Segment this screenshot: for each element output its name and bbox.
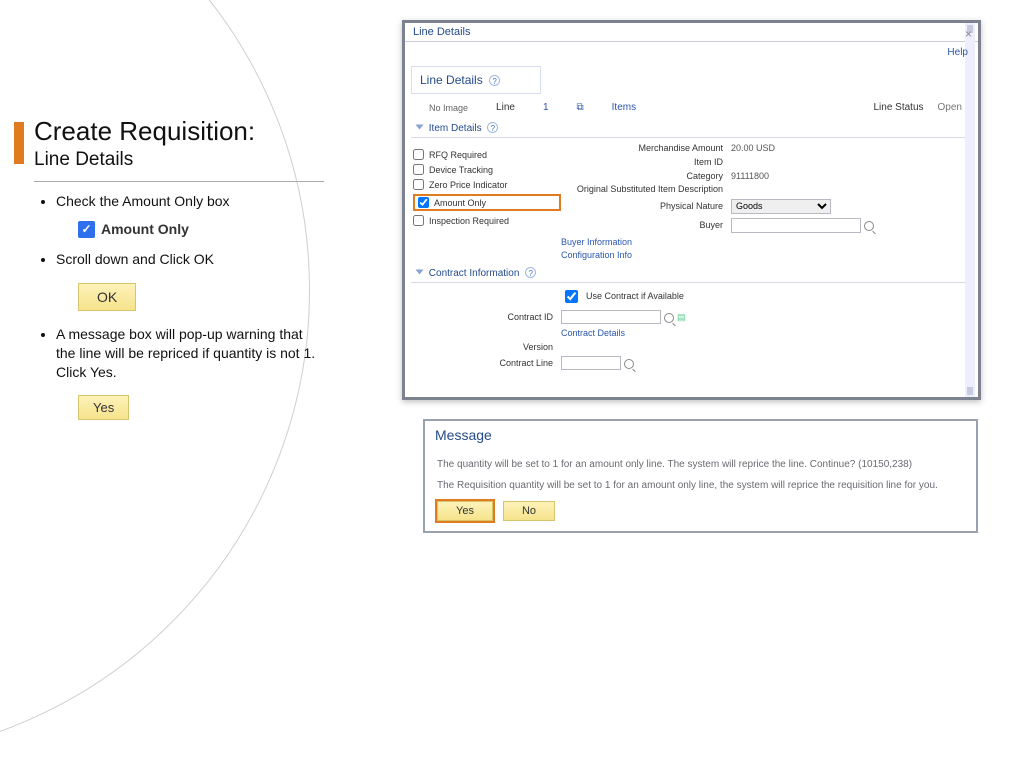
accent-bar [14, 122, 24, 164]
contract-info-label: Contract Information [429, 268, 520, 279]
item-details-label: Item Details [429, 123, 482, 134]
contract-grid: Use Contract if Available Contract ID ▤ … [405, 283, 978, 370]
divider [34, 181, 324, 182]
line-label: Line [496, 102, 515, 113]
amount-only-demo: ✓ Amount Only [78, 221, 324, 238]
line-summary-row: No Image Line 1 ⧉ Items Line Status Open [405, 98, 978, 119]
merch-amount-value: 20.00 USD [731, 143, 970, 153]
bullet-3: A message box will pop-up warning that t… [56, 325, 324, 382]
inspection-required-checkbox[interactable]: Inspection Required [413, 215, 561, 226]
contract-id-field-wrap: ▤ [561, 310, 970, 324]
slide-text-column: Create Requisition: Line Details Check t… [34, 116, 324, 434]
orig-sub-label: Original Substituted Item Description [561, 185, 731, 195]
window-title: Line Details [405, 23, 978, 42]
physical-nature-label: Physical Nature [561, 201, 731, 211]
rfq-label: RFQ Required [429, 150, 487, 160]
version-label: Version [413, 342, 561, 352]
help-icon[interactable]: ? [489, 75, 500, 86]
use-contract-label: Use Contract if Available [586, 291, 684, 301]
contract-line-input[interactable] [561, 356, 621, 370]
collapse-icon [416, 269, 424, 274]
check-icon: ✓ [78, 221, 95, 238]
line-details-window: × Line Details Help Line Details ? No Im… [402, 20, 981, 400]
contract-id-label: Contract ID [413, 312, 561, 322]
slide-subtitle: Line Details [34, 149, 324, 171]
items-link[interactable]: Items [612, 102, 636, 113]
rfq-required-checkbox[interactable]: RFQ Required [413, 149, 561, 160]
item-id-label: Item ID [561, 157, 731, 167]
line-status-value: Open [938, 102, 962, 113]
message-line-1: The quantity will be set to 1 for an amo… [437, 457, 964, 472]
slide-title: Create Requisition: [34, 116, 324, 147]
device-tracking-checkbox[interactable]: Device Tracking [413, 164, 561, 175]
merch-amount-label: Merchandise Amount [561, 143, 731, 153]
doc-icon[interactable]: ▤ [677, 312, 686, 322]
yes-button[interactable]: Yes [437, 501, 493, 521]
category-label: Category [561, 171, 731, 181]
scrollbar[interactable] [965, 23, 975, 397]
no-image-label: No Image [429, 103, 468, 113]
use-contract-checkbox[interactable]: Use Contract if Available [561, 287, 970, 306]
contract-line-field-wrap [561, 356, 970, 370]
item-details-section[interactable]: Item Details ? [411, 119, 972, 138]
config-info-link[interactable]: Configuration Info [561, 250, 731, 260]
inspection-label: Inspection Required [429, 216, 509, 226]
help-link[interactable]: Help [947, 47, 968, 58]
line-details-header: Line Details ? [411, 66, 541, 94]
buyer-info-link[interactable]: Buyer Information [561, 237, 731, 247]
close-icon[interactable]: × [965, 27, 972, 41]
help-icon[interactable]: ? [487, 122, 498, 133]
message-body: The quantity will be set to 1 for an amo… [425, 447, 976, 531]
physical-nature-select[interactable]: Goods [731, 199, 831, 214]
amount-only-label2: Amount Only [434, 198, 486, 208]
search-icon[interactable] [664, 313, 674, 323]
search-icon[interactable] [624, 359, 634, 369]
category-value: 91111800 [731, 171, 970, 181]
line-number[interactable]: 1 [543, 102, 549, 113]
buyer-label: Buyer [561, 220, 731, 230]
buyer-input[interactable] [731, 218, 861, 233]
ok-button-demo: OK [78, 283, 136, 311]
line-status-label: Line Status [873, 102, 923, 113]
contract-info-section[interactable]: Contract Information ? [411, 264, 972, 283]
zero-price-checkbox[interactable]: Zero Price Indicator [413, 179, 561, 190]
contract-line-label: Contract Line [413, 358, 561, 368]
message-dialog: Message The quantity will be set to 1 fo… [423, 419, 978, 533]
amount-only-checkbox[interactable]: Amount Only [413, 194, 561, 211]
line-details-header-text: Line Details [420, 73, 483, 87]
yes-button-demo: Yes [78, 395, 129, 420]
bullet-1: Check the Amount Only box [56, 192, 324, 211]
no-button[interactable]: No [503, 501, 555, 521]
line-copy-icon[interactable]: ⧉ [577, 102, 584, 113]
contract-details-link[interactable]: Contract Details [561, 328, 970, 338]
search-icon[interactable] [864, 221, 874, 231]
contract-id-input[interactable] [561, 310, 661, 324]
message-title: Message [425, 421, 976, 447]
item-details-grid: Merchandise Amount 20.00 USD RFQ Require… [405, 138, 978, 264]
device-label: Device Tracking [429, 165, 493, 175]
physical-nature-field: Goods [731, 199, 970, 214]
bullet-2: Scroll down and Click OK [56, 250, 324, 269]
buyer-field-wrap [731, 218, 970, 233]
zero-label: Zero Price Indicator [429, 180, 508, 190]
help-icon[interactable]: ? [525, 267, 536, 278]
amount-only-label: Amount Only [101, 221, 189, 237]
message-line-2: The Requisition quantity will be set to … [437, 478, 964, 493]
collapse-icon [416, 125, 424, 130]
